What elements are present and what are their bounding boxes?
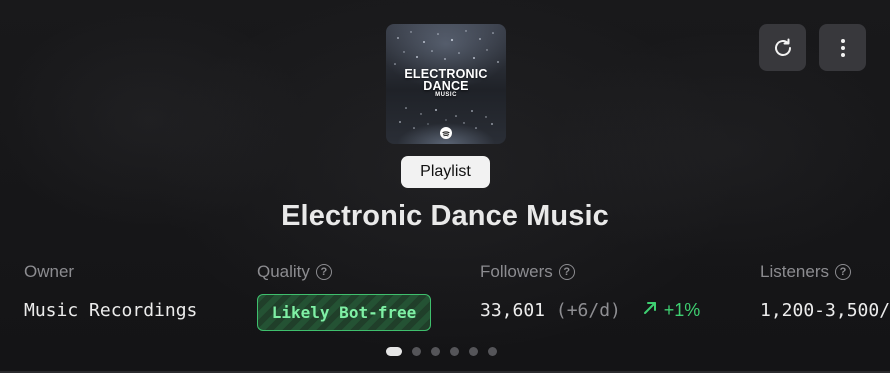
quality-label-text: Quality: [257, 262, 310, 281]
followers-label: Followers ?: [480, 262, 575, 282]
listeners-label-text: Listeners: [760, 262, 829, 281]
pagination-dot[interactable]: [412, 347, 421, 356]
pagination-dot[interactable]: [431, 347, 440, 356]
playlist-type-badge: Playlist: [401, 156, 490, 188]
more-options-button[interactable]: [819, 24, 866, 71]
quality-label: Quality ?: [257, 262, 332, 282]
followers-change: +1%: [663, 300, 701, 320]
playlist-header-card: ELECTRONIC DANCE MUSIC Playlist Electron…: [0, 0, 890, 373]
followers-per-day: (+6/d): [555, 300, 621, 321]
pagination-dot[interactable]: [386, 347, 402, 356]
playlist-cover-image[interactable]: ELECTRONIC DANCE MUSIC: [386, 24, 506, 144]
owner-value[interactable]: Music Recordings: [24, 300, 197, 321]
refresh-icon: [771, 36, 795, 60]
pagination-dot[interactable]: [469, 347, 478, 356]
arrow-up-right-icon: [642, 300, 658, 321]
refresh-button[interactable]: [759, 24, 806, 71]
owner-label-text: Owner: [24, 262, 75, 281]
cover-title-line-3: MUSIC: [435, 92, 457, 98]
pagination-dot[interactable]: [450, 347, 459, 356]
carousel-pagination: [386, 347, 497, 356]
spotify-icon: [440, 127, 452, 139]
listeners-value: 1,200-3,500/: [760, 300, 890, 321]
quality-value: Likely Bot-free: [271, 303, 417, 322]
followers-value: 33,601 (+6/d) +1%: [480, 300, 700, 321]
followers-trend: +1%: [642, 300, 701, 321]
quality-badge[interactable]: Likely Bot-free: [257, 294, 431, 331]
followers-count: 33,601: [480, 300, 546, 321]
help-icon[interactable]: ?: [315, 264, 332, 280]
followers-label-text: Followers: [480, 262, 553, 281]
more-vertical-icon: [831, 36, 855, 60]
pagination-dot[interactable]: [488, 347, 497, 356]
listeners-label: Listeners ?: [760, 262, 851, 282]
page-title: Electronic Dance Music: [281, 200, 609, 232]
help-icon[interactable]: ?: [834, 264, 851, 280]
help-icon[interactable]: ?: [558, 264, 575, 280]
owner-label: Owner: [24, 262, 74, 282]
